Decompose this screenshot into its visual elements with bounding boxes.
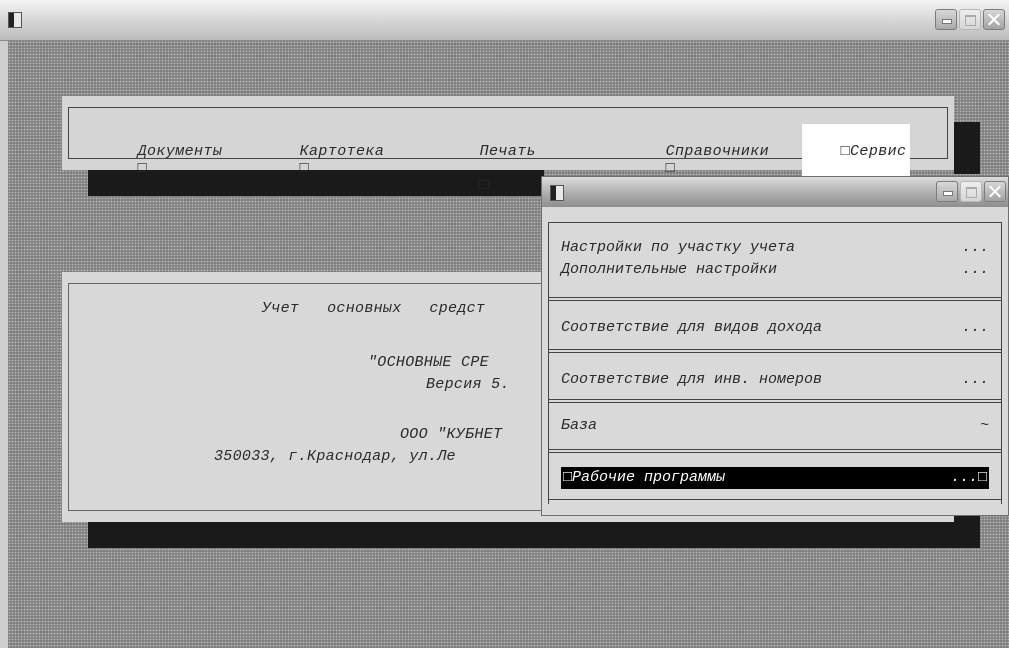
about-address: 350033, г.Краснодар, ул.Ле [214, 448, 456, 465]
about-box-shadow [88, 522, 980, 548]
close-icon[interactable] [983, 9, 1005, 30]
submenu-divider [549, 399, 1001, 403]
menu-card-index[interactable]: Картотека □ [262, 126, 384, 194]
submenu-divider [549, 297, 1001, 301]
menu-print-label: Печать [479, 143, 537, 160]
about-program-name: "ОСНОВНЫЕ СРЕ [368, 354, 489, 371]
submenu-item-income-types[interactable]: Соответствие для видов дохода ... [561, 317, 989, 339]
menu-box-icon: □ [840, 143, 851, 160]
ellipsis-icon: ... [961, 261, 989, 278]
minimize-icon[interactable] [936, 181, 958, 202]
menu-box-icon: □ [137, 160, 148, 177]
submenu-titlebar[interactable] [542, 177, 1008, 207]
app-icon[interactable] [8, 12, 22, 28]
menu-box-icon: □ [479, 177, 490, 194]
submenu-bottom-border [549, 499, 1001, 500]
menu-box-icon: □ [665, 160, 676, 177]
menu-documents-label: Документы [137, 143, 223, 160]
submenu-divider [549, 449, 1001, 453]
submenu-item-label: Соответствие для видов дохода [561, 319, 823, 336]
submenu-divider [549, 349, 1001, 353]
maximize-icon[interactable] [960, 181, 982, 202]
menu-service-label: Сервис [850, 143, 907, 160]
main-menu-bar: Документы □ Картотека □ Печать □ Справоч… [62, 96, 954, 213]
menu-print[interactable]: Печать □ [442, 126, 536, 211]
minimize-icon[interactable] [935, 9, 957, 30]
about-box-shadow-right [954, 516, 980, 526]
submenu-arrow-icon: ~ [979, 417, 989, 434]
service-submenu-window: Настройки по участку учета ... Дополните… [541, 176, 1009, 516]
submenu-item-label: База [561, 417, 598, 434]
ellipsis-icon: ...□ [950, 469, 987, 486]
submenu-item-label: Дополнительные настройки [561, 261, 778, 278]
ellipsis-icon: ... [961, 371, 989, 388]
submenu-item-accounting-settings[interactable]: Настройки по участку учета ... [561, 237, 989, 259]
close-icon[interactable] [984, 181, 1006, 202]
ellipsis-icon: ... [961, 319, 989, 336]
maximize-icon[interactable] [959, 9, 981, 30]
submenu-window-controls [936, 181, 1006, 202]
submenu-item-label: □Рабочие программы [563, 469, 726, 486]
submenu-item-work-programs[interactable]: □Рабочие программы ...□ [561, 467, 989, 489]
app-icon[interactable] [550, 185, 564, 201]
window-controls [935, 9, 1005, 30]
about-company: ООО "КУБНЕТ [400, 426, 503, 443]
submenu-frame: Настройки по участку учета ... Дополните… [548, 222, 1002, 504]
ellipsis-icon: ... [961, 239, 989, 256]
main-window-titlebar[interactable] [0, 0, 1009, 41]
menubar-shadow-right [954, 122, 980, 174]
submenu-item-label: Соответствие для инв. номеров [561, 371, 823, 388]
menu-box-icon: □ [299, 160, 310, 177]
menu-documents[interactable]: Документы □ [100, 126, 222, 194]
menu-directories-label: Справочники [665, 143, 770, 160]
about-version: Версия 5. [426, 376, 510, 393]
submenu-item-additional-settings[interactable]: Дополнительные настройки ... [561, 259, 989, 281]
submenu-item-inventory-numbers[interactable]: Соответствие для инв. номеров ... [561, 369, 989, 391]
submenu-item-database[interactable]: База ~ [561, 415, 989, 437]
submenu-item-label: Настройки по участку учета [561, 239, 796, 256]
about-program-title: Учет основных средст [262, 300, 486, 317]
menu-card-index-label: Картотека [299, 143, 385, 160]
